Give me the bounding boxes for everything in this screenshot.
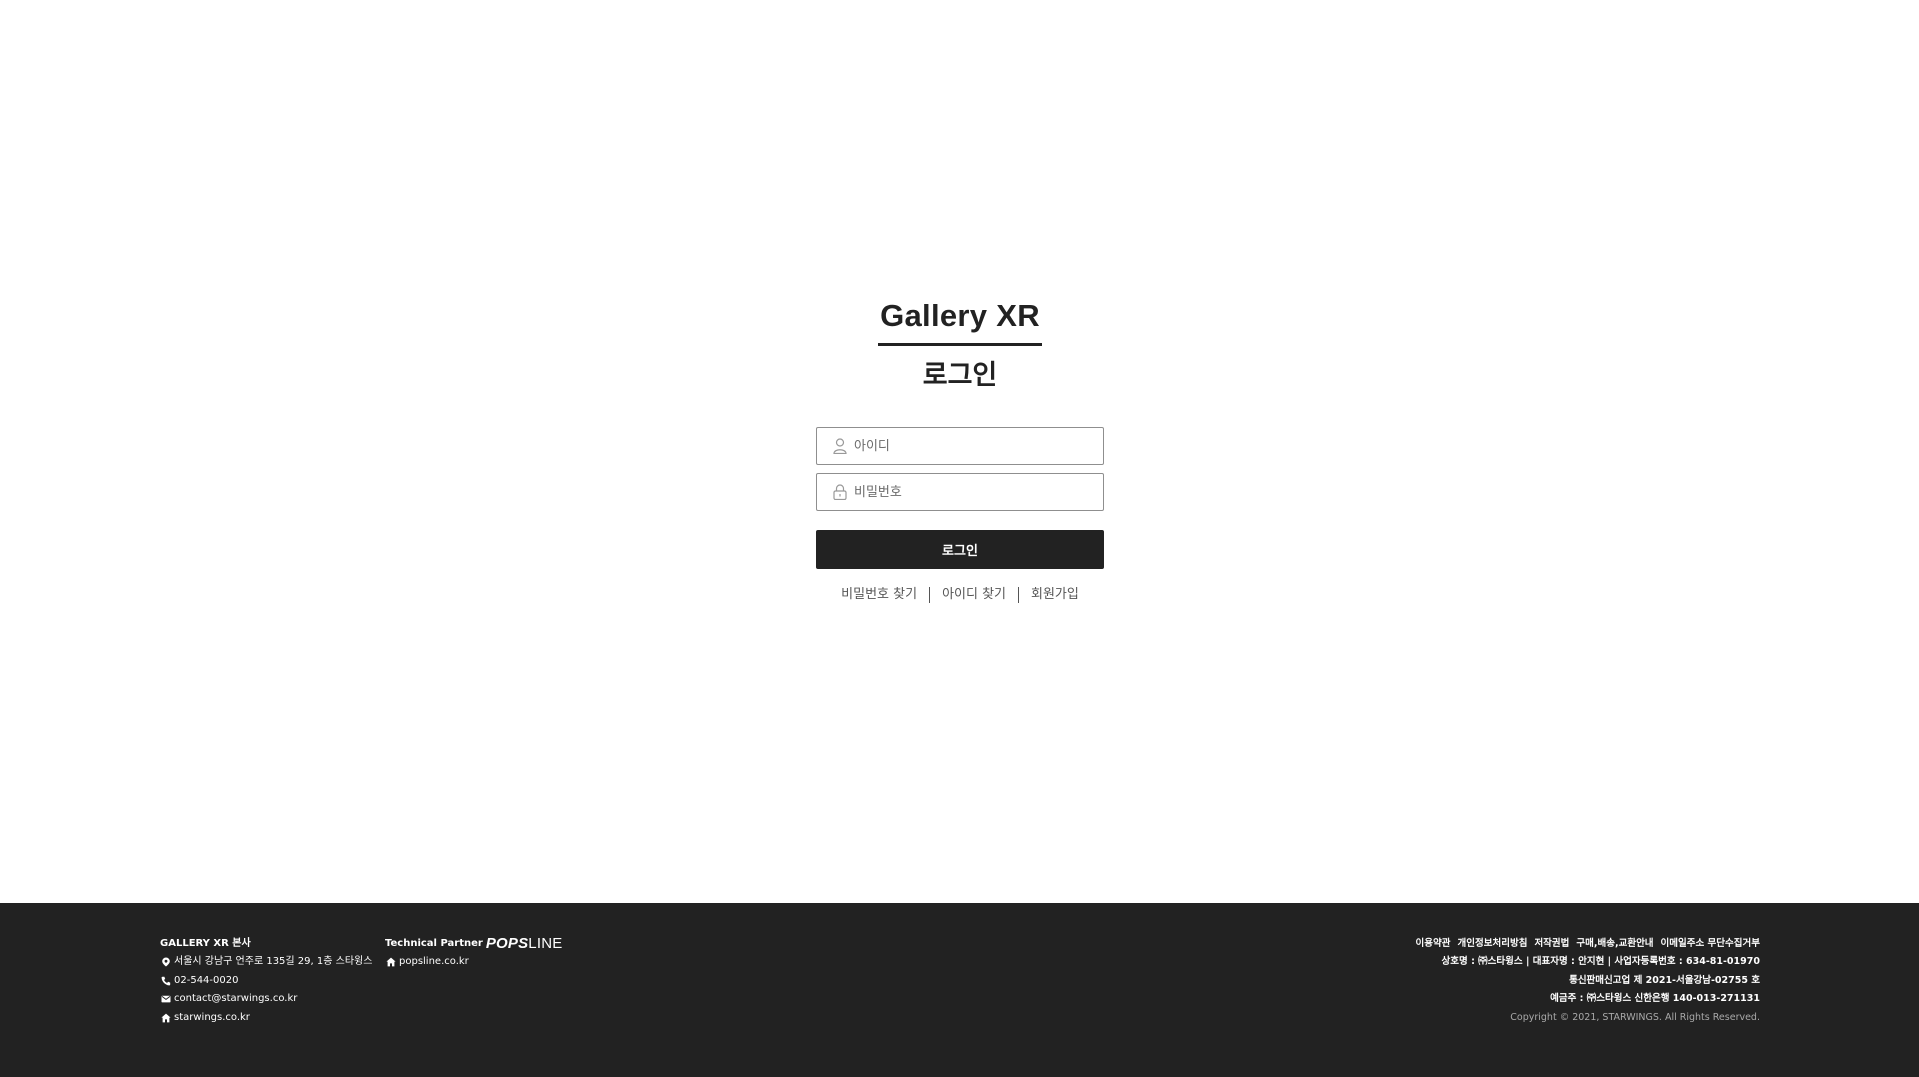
- id-input[interactable]: [854, 429, 1103, 463]
- policy-links: 이용약관 개인정보처리방침 저작권법 구매,배송,교환안내 이메일주소 무단수집…: [1416, 935, 1760, 953]
- user-icon: [832, 438, 848, 454]
- footer-company-info: 이용약관 개인정보처리방침 저작권법 구매,배송,교환안내 이메일주소 무단수집…: [1416, 935, 1760, 1027]
- phone-icon: [160, 975, 171, 986]
- hq-phone: 02-544-0020: [160, 972, 372, 991]
- login-button[interactable]: 로그인: [816, 530, 1104, 569]
- purchase-guide-link[interactable]: 구매,배송,교환안내: [1576, 935, 1653, 953]
- brand: Gallery XR: [816, 296, 1104, 346]
- phone-text: 02-544-0020: [174, 974, 239, 986]
- password-field[interactable]: [816, 473, 1104, 511]
- account-info: 예금주 : ㈜스타윙스 신한은행 140-013-271131: [1550, 993, 1760, 1004]
- login-panel: Gallery XR 로그인 로그인 비밀번호 찾기 아이디 찾기 회원가입: [816, 296, 1104, 603]
- partner-website[interactable]: popsline.co.kr: [385, 953, 562, 972]
- footer: GALLERY XR 본사 서울시 강남구 언주로 135길 29, 1층 스타…: [0, 903, 1919, 1077]
- terms-link[interactable]: 이용약관: [1416, 935, 1451, 953]
- hq-title: GALLERY XR 본사: [160, 938, 251, 949]
- company-info: 상호명 : ㈜스타윙스 | 대표자명 : 안지현 | 사업자등록번호 : 634…: [1441, 956, 1760, 967]
- copyright-law-link[interactable]: 저작권법: [1534, 935, 1569, 953]
- hq-email[interactable]: contact@starwings.co.kr: [160, 990, 372, 1009]
- brand-title: Gallery XR: [878, 296, 1042, 346]
- home-icon: [160, 1012, 171, 1023]
- find-password-link[interactable]: 비밀번호 찾기: [829, 587, 929, 603]
- home-icon: [385, 957, 396, 968]
- address-text: 서울시 강남구 언주로 135길 29, 1층 스타윙스: [174, 956, 373, 967]
- lock-icon: [832, 484, 848, 500]
- partner-heading: Technical Partner POPSLINE: [385, 935, 562, 953]
- footer-hq: GALLERY XR 본사 서울시 강남구 언주로 135길 29, 1층 스타…: [160, 935, 372, 1027]
- footer-partner: Technical Partner POPSLINE popsline.co.k…: [385, 935, 562, 972]
- page-title: 로그인: [922, 360, 998, 391]
- hq-website[interactable]: starwings.co.kr: [160, 1009, 372, 1028]
- find-id-link[interactable]: 아이디 찾기: [930, 587, 1018, 603]
- email-refusal-link[interactable]: 이메일주소 무단수집거부: [1661, 935, 1760, 953]
- partner-label: Technical Partner: [385, 938, 483, 949]
- password-input[interactable]: [854, 475, 1103, 509]
- email-text[interactable]: contact@starwings.co.kr: [174, 990, 297, 1009]
- mail-icon: [160, 994, 171, 1005]
- privacy-policy-link[interactable]: 개인정보처리방침: [1458, 935, 1528, 953]
- copyright: Copyright © 2021, STARWINGS. All Rights …: [1510, 1011, 1760, 1023]
- account-links: 비밀번호 찾기 아이디 찾기 회원가입: [816, 587, 1104, 603]
- partner-website-text[interactable]: popsline.co.kr: [399, 953, 469, 972]
- mail-order-info: 통신판매신고업 제 2021-서울강남-02755 호: [1569, 974, 1760, 986]
- id-field[interactable]: [816, 427, 1104, 465]
- signup-link[interactable]: 회원가입: [1019, 587, 1091, 603]
- location-icon: [160, 957, 171, 968]
- hq-address: 서울시 강남구 언주로 135길 29, 1층 스타윙스: [160, 953, 372, 972]
- website-text[interactable]: starwings.co.kr: [174, 1009, 250, 1028]
- popsline-logo: POPSLINE: [485, 935, 563, 952]
